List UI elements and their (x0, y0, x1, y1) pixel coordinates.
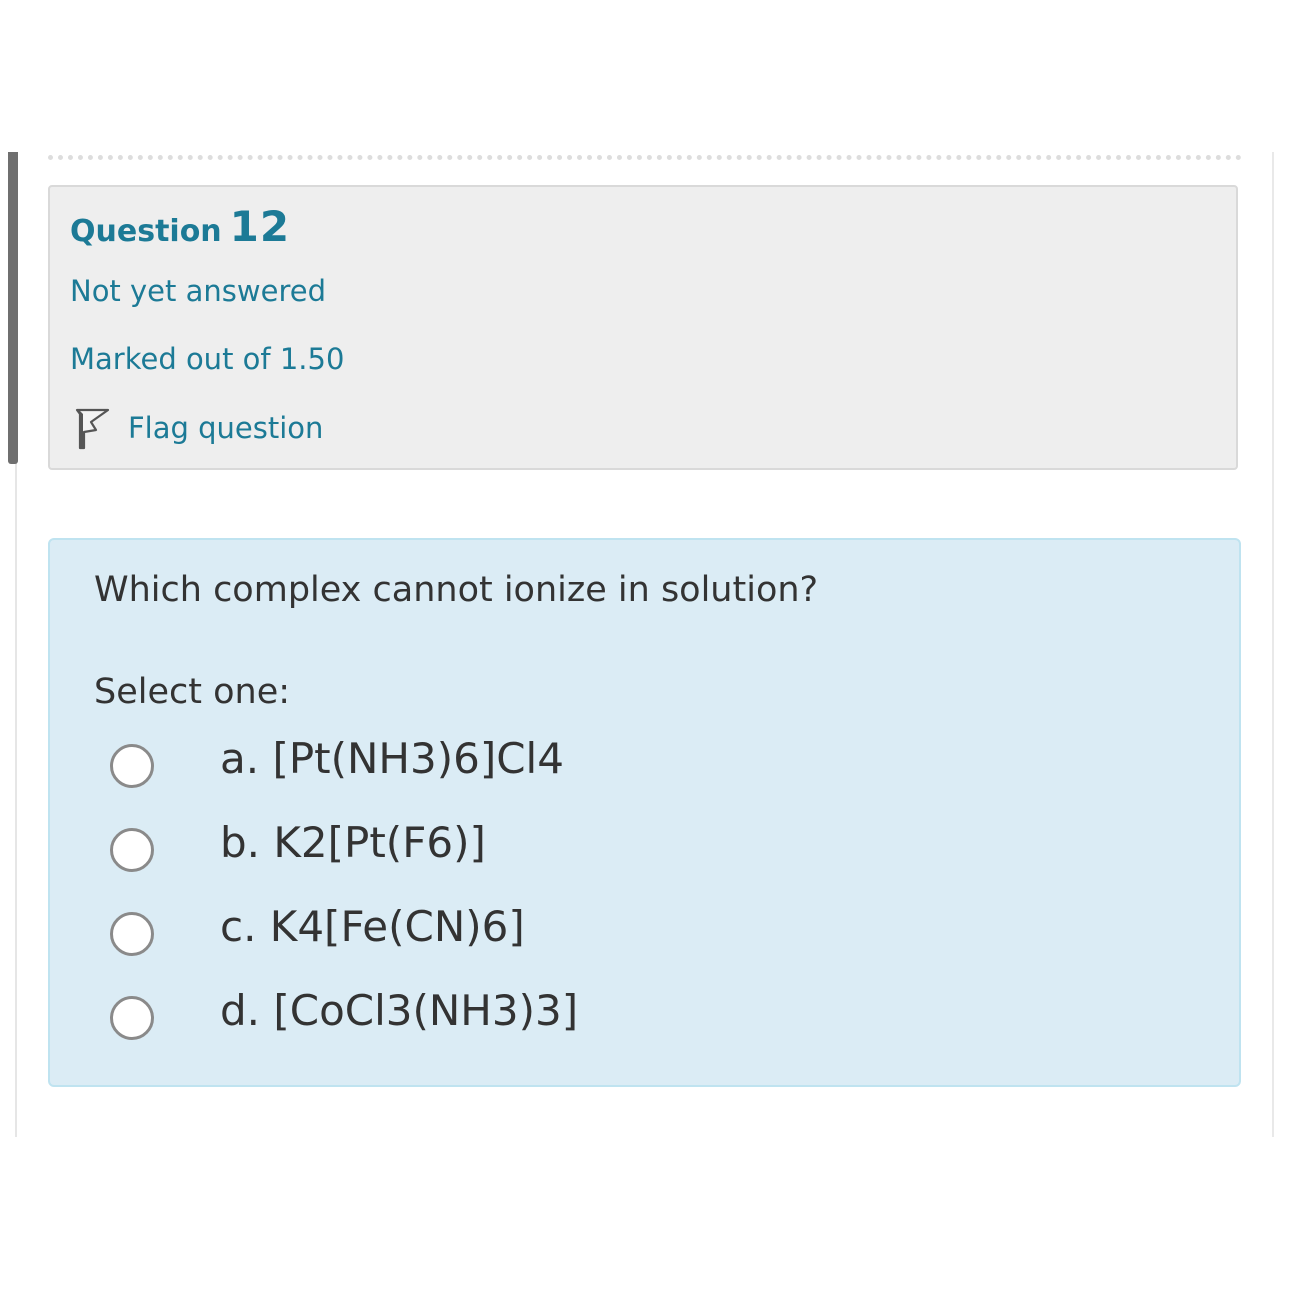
question-number: 12 (229, 202, 291, 251)
flag-question-link[interactable]: Flag question (74, 405, 323, 451)
question-label: Question (70, 214, 222, 249)
scrollbar-thumb[interactable] (8, 152, 18, 464)
quiz-page: Question 12 Not yet answered Marked out o… (0, 0, 1290, 1290)
answer-radio-b[interactable] (110, 828, 154, 872)
answer-label-b[interactable]: b. K2[Pt(F6)] (220, 818, 486, 867)
answer-radio-d[interactable] (110, 996, 154, 1040)
content-right-border (1272, 152, 1274, 1137)
answer-option-d[interactable]: d. [CoCl3(NH3)3] (50, 982, 1239, 1052)
flag-question-label: Flag question (128, 411, 324, 445)
answer-label-d[interactable]: d. [CoCl3(NH3)3] (220, 986, 578, 1035)
answer-label-c[interactable]: c. K4[Fe(CN)6] (220, 902, 525, 951)
answer-radio-a[interactable] (110, 744, 154, 788)
question-status: Not yet answered (70, 274, 326, 308)
question-formulation: Which complex cannot ionize in solution?… (48, 538, 1241, 1087)
question-info-panel: Question 12 Not yet answered Marked out o… (48, 185, 1238, 470)
answer-label-a[interactable]: a. [Pt(NH3)6]Cl4 (220, 734, 564, 783)
answer-prompt: Select one: (94, 672, 291, 712)
question-marks: Marked out of 1.50 (70, 342, 345, 376)
answer-option-a[interactable]: a. [Pt(NH3)6]Cl4 (50, 730, 1239, 800)
answer-radio-c[interactable] (110, 912, 154, 956)
question-separator (48, 155, 1242, 160)
question-text: Which complex cannot ionize in solution? (94, 570, 819, 610)
answer-option-b[interactable]: b. K2[Pt(F6)] (50, 814, 1239, 884)
answer-option-c[interactable]: c. K4[Fe(CN)6] (50, 898, 1239, 968)
question-heading: Question 12 (70, 202, 290, 251)
flag-icon (74, 406, 110, 450)
